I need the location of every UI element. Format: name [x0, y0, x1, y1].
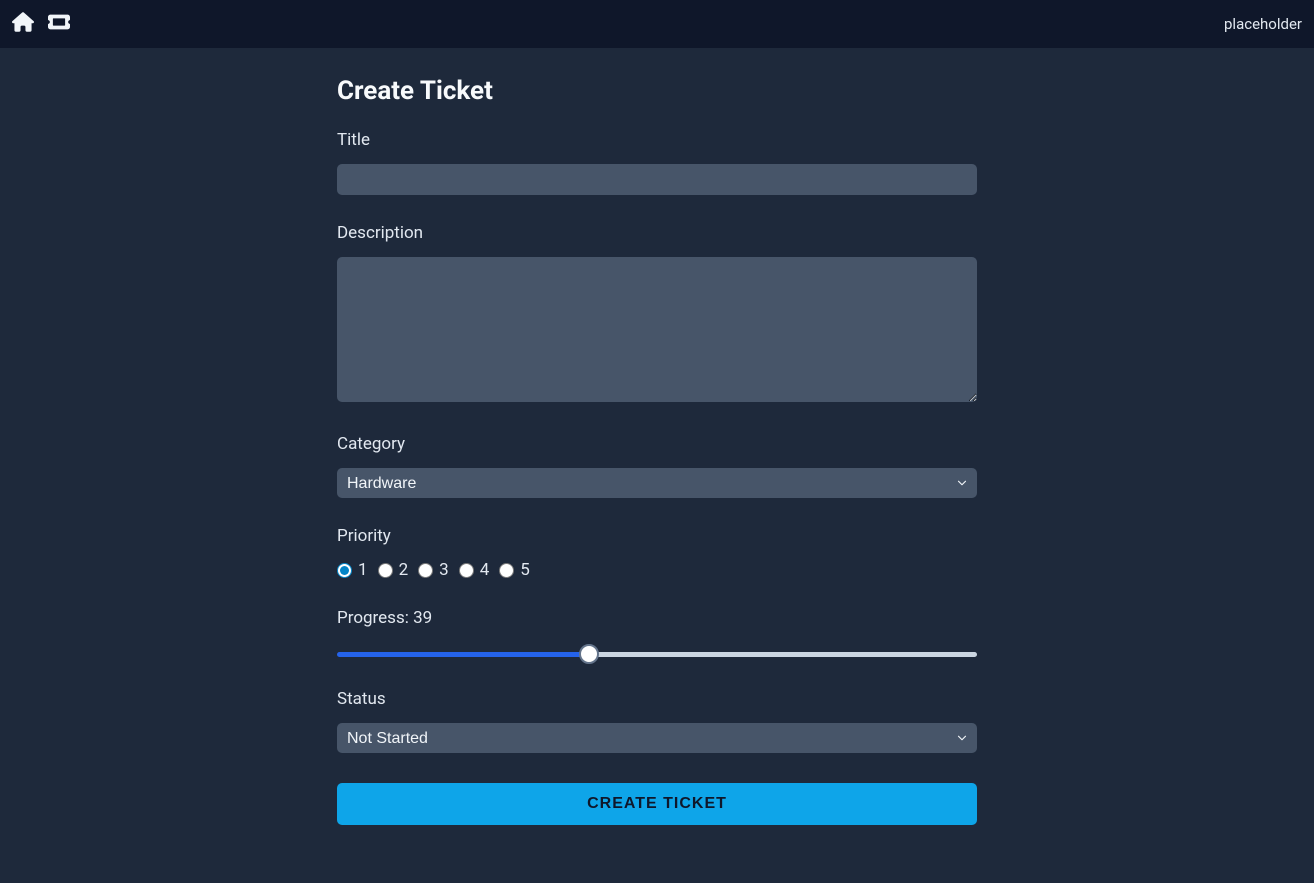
priority-radio-row: 1 2 3 4 5	[337, 560, 977, 580]
title-label: Title	[337, 130, 977, 150]
progress-label: Progress: 39	[337, 608, 977, 628]
create-ticket-button[interactable]: CREATE TICKET	[337, 783, 977, 825]
priority-option-label: 5	[520, 560, 530, 580]
home-icon[interactable]	[12, 11, 34, 37]
priority-label: Priority	[337, 526, 977, 546]
category-select[interactable]: Hardware	[337, 468, 977, 498]
priority-radio-4[interactable]	[459, 563, 474, 578]
page-title: Create Ticket	[337, 76, 977, 106]
status-select[interactable]: Not Started	[337, 723, 977, 753]
app-header: placeholder	[0, 0, 1314, 48]
priority-field-group: Priority 1 2 3 4 5	[337, 526, 977, 580]
title-field-group: Title	[337, 130, 977, 195]
status-label: Status	[337, 689, 977, 709]
ticket-icon[interactable]	[48, 11, 70, 37]
priority-radio-1[interactable]	[337, 563, 352, 578]
create-ticket-form: Create Ticket Title Description Category…	[337, 48, 977, 845]
header-right-text: placeholder	[1224, 15, 1302, 33]
progress-slider-container	[337, 642, 977, 661]
description-field-group: Description	[337, 223, 977, 406]
priority-option-label: 1	[358, 560, 368, 580]
priority-radio-2[interactable]	[378, 563, 393, 578]
priority-radio-3[interactable]	[418, 563, 433, 578]
priority-option-label: 2	[399, 560, 409, 580]
description-input[interactable]	[337, 257, 977, 402]
title-input[interactable]	[337, 164, 977, 195]
category-label: Category	[337, 434, 977, 454]
description-label: Description	[337, 223, 977, 243]
progress-field-group: Progress: 39	[337, 608, 977, 661]
priority-option-label: 4	[480, 560, 490, 580]
category-field-group: Category Hardware	[337, 434, 977, 498]
status-field-group: Status Not Started	[337, 689, 977, 753]
priority-option-label: 3	[439, 560, 449, 580]
priority-radio-5[interactable]	[499, 563, 514, 578]
progress-slider[interactable]	[337, 652, 977, 657]
header-left	[12, 11, 70, 37]
